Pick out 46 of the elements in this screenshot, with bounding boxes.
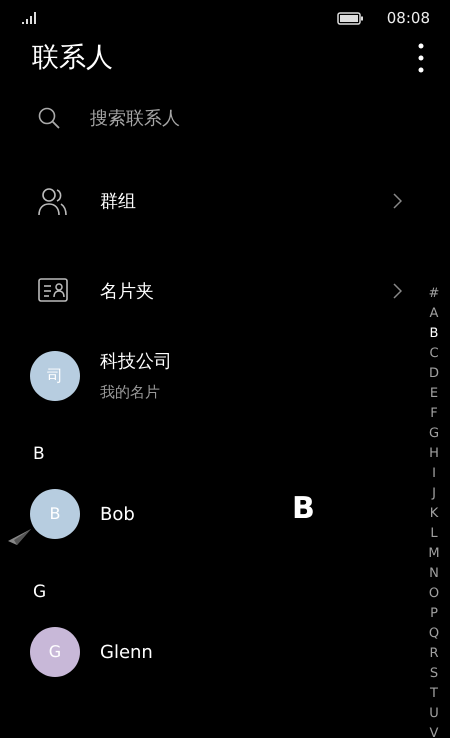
index-letter[interactable]: J: [432, 484, 436, 504]
index-letter[interactable]: H: [429, 444, 439, 464]
index-letter[interactable]: R: [429, 644, 439, 664]
index-letter[interactable]: K: [430, 504, 438, 524]
status-time: 08:08: [386, 8, 430, 29]
index-letter[interactable]: O: [428, 584, 440, 604]
index-letter[interactable]: N: [429, 564, 439, 584]
index-letter[interactable]: E: [430, 384, 438, 404]
index-letter[interactable]: C: [429, 344, 439, 364]
index-letter[interactable]: D: [428, 364, 439, 384]
index-popup-letter: B: [292, 490, 315, 528]
index-letter[interactable]: A: [430, 304, 438, 324]
index-letter[interactable]: I: [432, 464, 436, 484]
index-letter[interactable]: T: [430, 684, 438, 704]
list-item[interactable]: 群组: [0, 156, 410, 246]
section-header: B: [33, 443, 45, 466]
more-menu-icon[interactable]: [418, 43, 424, 73]
people-icon: [38, 186, 68, 216]
index-letter[interactable]: Q: [428, 624, 440, 644]
search-icon: [38, 107, 60, 129]
chevron-right-icon: [393, 283, 402, 299]
contact-name[interactable]: 科技公司: [100, 348, 172, 376]
avatar: B: [30, 489, 80, 539]
avatar: G: [30, 627, 80, 677]
index-letter[interactable]: G: [428, 424, 440, 444]
contact-name[interactable]: Bob: [100, 500, 135, 528]
index-letter[interactable]: V: [430, 724, 438, 738]
contact-name[interactable]: Glenn: [100, 638, 153, 666]
section-header: G: [33, 581, 46, 604]
signal-icon: [22, 12, 38, 24]
index-letter[interactable]: L: [430, 524, 438, 544]
index-letter[interactable]: F: [430, 404, 438, 424]
index-letter[interactable]: B: [430, 324, 438, 344]
index-letter[interactable]: M: [428, 544, 440, 564]
paper-plane-icon: [8, 528, 32, 546]
list-item[interactable]: 名片夹: [0, 246, 410, 336]
chevron-right-icon: [393, 193, 402, 209]
page-title: 联系人: [31, 42, 113, 74]
index-letter[interactable]: #: [428, 284, 440, 304]
search-field[interactable]: 搜索联系人: [90, 104, 340, 132]
contact-subtitle: 我的名片: [100, 382, 161, 404]
index-letter[interactable]: U: [429, 704, 439, 724]
index-letter[interactable]: P: [430, 604, 438, 624]
avatar: 司: [30, 351, 80, 401]
index-letter[interactable]: S: [430, 664, 438, 684]
battery-icon: [336, 12, 363, 24]
